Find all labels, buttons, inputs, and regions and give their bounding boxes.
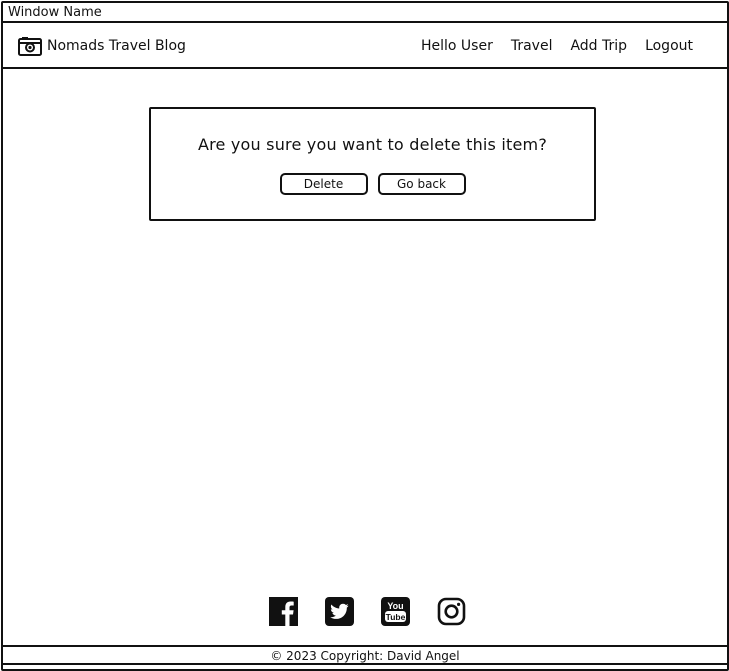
instagram-icon[interactable]: [437, 597, 466, 626]
youtube-icon[interactable]: You Tube: [381, 597, 410, 626]
nav-links: Hello User Travel Add Trip Logout: [421, 38, 693, 54]
navbar: Nomads Travel Blog Hello User Travel Add…: [3, 25, 727, 69]
brand[interactable]: Nomads Travel Blog: [18, 36, 186, 56]
camera-icon: [18, 36, 42, 56]
twitter-icon[interactable]: [325, 597, 354, 626]
youtube-you-text: You: [387, 601, 403, 611]
nav-hello-user[interactable]: Hello User: [421, 38, 493, 54]
nav-logout[interactable]: Logout: [645, 38, 693, 54]
browser-window: Window Name Nomads Travel Blog Hello Use…: [1, 1, 729, 671]
dialog-buttons: Delete Go back: [151, 173, 594, 195]
dialog-message: Are you sure you want to delete this ite…: [197, 135, 548, 154]
social-links: You Tube: [269, 597, 466, 626]
brand-name: Nomads Travel Blog: [47, 38, 186, 54]
nav-add-trip[interactable]: Add Trip: [570, 38, 627, 54]
delete-button[interactable]: Delete: [279, 173, 368, 195]
go-back-button[interactable]: Go back: [377, 173, 466, 195]
delete-confirm-dialog: Are you sure you want to delete this ite…: [149, 107, 596, 221]
copyright-footer: © 2023 Copyright: David Angel: [3, 645, 727, 665]
facebook-icon[interactable]: [269, 597, 298, 626]
window-title: Window Name: [3, 3, 727, 23]
youtube-tube-text: Tube: [386, 612, 406, 622]
nav-travel[interactable]: Travel: [511, 38, 553, 54]
